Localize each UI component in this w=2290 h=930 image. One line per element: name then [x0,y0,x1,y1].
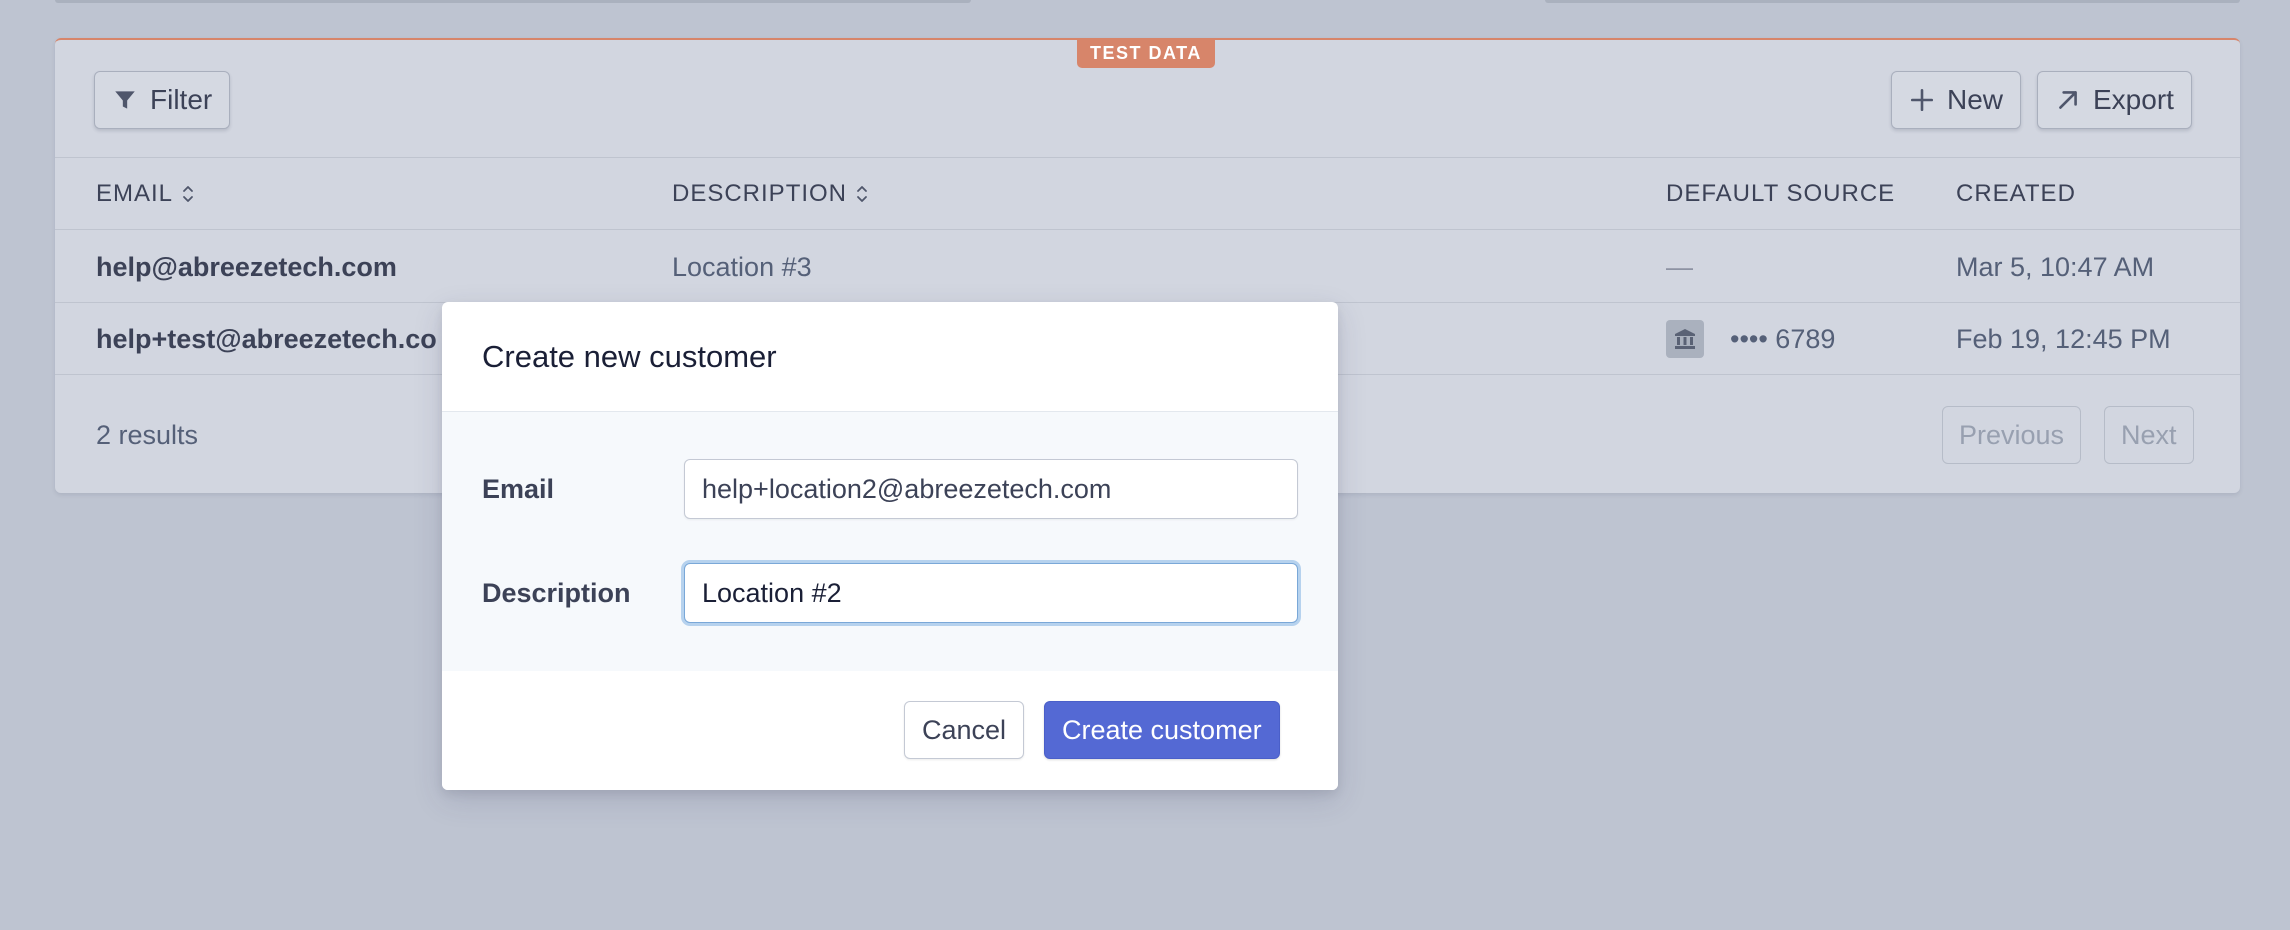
arrow-up-right-icon [2059,91,2077,109]
next-button[interactable]: Next [2104,406,2194,464]
modal-body: Email Description [442,412,1338,671]
create-customer-modal: Create new customer Email Description Ca… [442,302,1338,790]
background-card-edge [1545,0,2240,3]
column-header-email-label: EMAIL [96,180,174,207]
filter-button[interactable]: Filter [94,71,231,129]
row-created: Mar 5, 10:47 AM [1956,251,2155,282]
new-button[interactable]: New [1891,71,2022,129]
modal-header: Create new customer [442,302,1338,412]
email-label: Email [482,473,555,504]
cancel-button[interactable]: Cancel [904,701,1025,759]
sort-icon [183,186,193,202]
filter-button-label: Filter [150,84,213,115]
column-header-description-label: DESCRIPTION [672,180,848,207]
column-header-description[interactable]: DESCRIPTION [672,158,869,230]
table-header: EMAIL DESCRIPTION DEFAULT SOURCE CREATED [55,158,2240,230]
row-email: help+test@abreezetech.co [96,323,437,354]
previous-button[interactable]: Previous [1942,406,2082,464]
column-header-email[interactable]: EMAIL [96,158,195,230]
plus-icon [1910,88,1934,112]
results-count: 2 results [96,419,199,450]
table-toolbar: Filter New Export [55,40,2240,158]
row-created: Feb 19, 12:45 PM [1956,323,2171,354]
row-default-source: •••• 6789 [1666,303,1835,375]
column-header-created: CREATED [1956,158,2076,230]
column-header-default-source-label: DEFAULT SOURCE [1666,180,1896,207]
description-field[interactable] [684,563,1298,623]
row-default-source: — [1666,251,1693,282]
new-button-label: New [1947,84,2004,115]
bank-account-last4: •••• 6789 [1730,323,1836,354]
modal-title: Create new customer [482,338,777,374]
create-customer-button[interactable]: Create customer [1044,701,1280,759]
modal-footer: Cancel Create customer [442,671,1338,790]
email-field[interactable] [684,459,1298,519]
row-description: Location #3 [672,251,812,282]
filter-icon [115,91,135,109]
bank-icon [1666,320,1704,358]
description-label: Description [482,577,631,608]
column-header-created-label: CREATED [1956,180,2076,207]
row-email: help@abreezetech.com [96,251,397,282]
column-header-default-source: DEFAULT SOURCE [1666,158,1895,230]
table-row[interactable]: help@abreezetech.com Location #3 — Mar 5… [55,231,2240,303]
export-button-label: Export [2093,84,2174,115]
sort-icon [857,186,867,202]
export-button[interactable]: Export [2037,71,2192,129]
background-card-edge [55,0,971,3]
